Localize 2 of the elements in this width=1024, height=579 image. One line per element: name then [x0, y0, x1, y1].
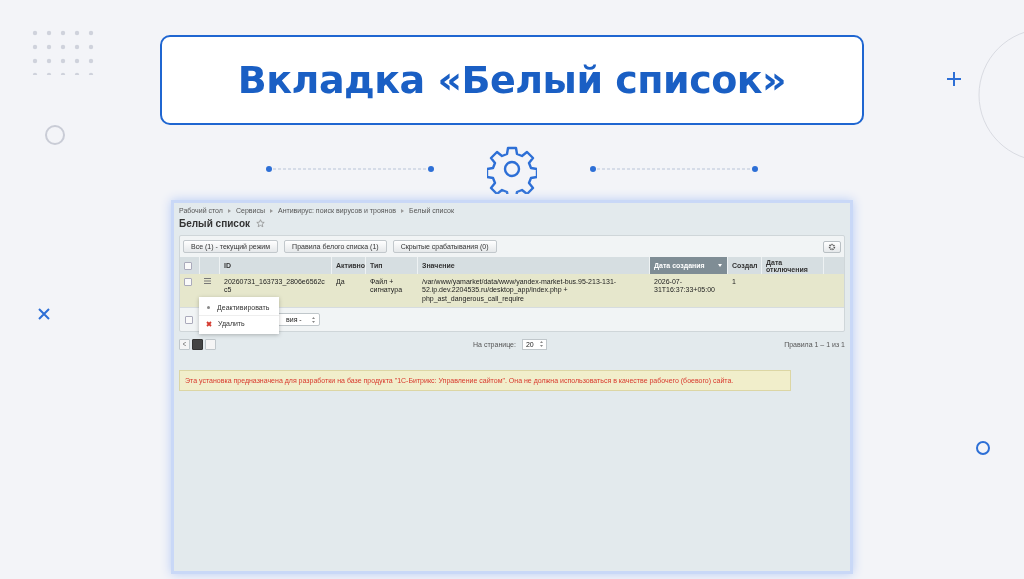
slide-title: Вкладка «Белый список»	[160, 35, 864, 125]
page-title: Белый список	[179, 218, 250, 229]
